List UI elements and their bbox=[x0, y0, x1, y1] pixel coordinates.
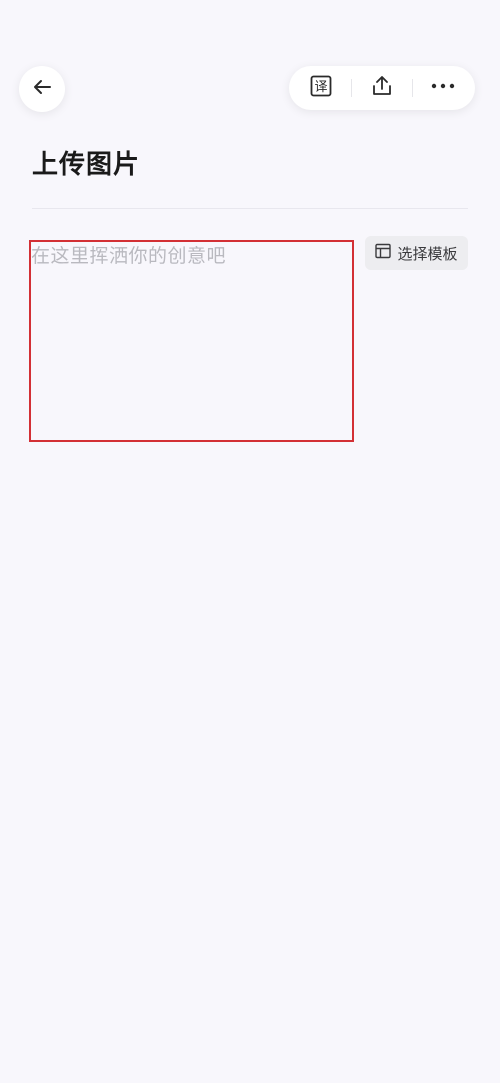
svg-text:译: 译 bbox=[314, 80, 327, 95]
title-divider bbox=[32, 208, 468, 209]
page-title: 上传图片 bbox=[32, 150, 141, 180]
share-button[interactable] bbox=[360, 66, 404, 110]
translate-icon: 译 bbox=[309, 74, 333, 102]
select-template-label: 选择模板 bbox=[397, 244, 458, 263]
top-toolbar: 译 bbox=[289, 66, 475, 110]
select-template-button[interactable]: 选择模板 bbox=[365, 236, 468, 270]
layout-template-icon bbox=[375, 243, 392, 263]
editor-placeholder: 在这里挥洒你的创意吧 bbox=[31, 245, 227, 267]
more-button[interactable] bbox=[421, 66, 465, 110]
toolbar-divider bbox=[351, 79, 352, 97]
content-editor[interactable] bbox=[29, 240, 354, 442]
more-dots-icon bbox=[430, 74, 456, 102]
share-upload-icon bbox=[370, 74, 394, 102]
back-button[interactable] bbox=[19, 66, 65, 112]
toolbar-divider bbox=[412, 79, 413, 97]
translate-button[interactable]: 译 bbox=[299, 66, 343, 110]
arrow-left-icon bbox=[30, 75, 54, 103]
